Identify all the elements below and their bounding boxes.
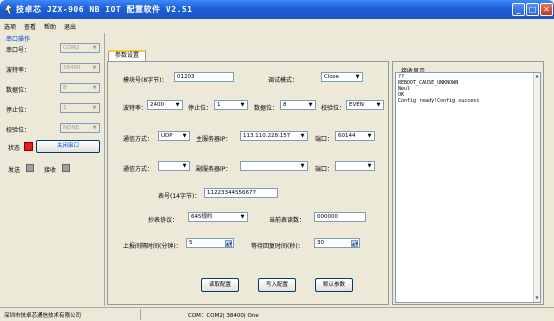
window-title: 技卓芯 JZX-906 NB IOT 配置软件 V2.51 (16, 5, 193, 14)
chevron-down-icon: ▼ (175, 102, 180, 108)
serial-status-label: 状态 (8, 145, 21, 152)
chevron-down-icon: ▼ (182, 163, 187, 169)
baud-label: 波特率： (123, 105, 148, 112)
protocol-select[interactable]: 645规约 ▼ (188, 212, 248, 222)
status-company: 深圳市技卓芯通信技术有限公司 (4, 313, 82, 319)
send-label: 发送 (8, 167, 21, 174)
upload-interval-label: 上报间隔时间(分钟)： (123, 243, 182, 250)
port-label: 端口： (315, 136, 334, 143)
chevron-down-icon: ▼ (300, 133, 305, 139)
parity-select[interactable]: EVEN ▼ (346, 100, 384, 110)
write-config-button[interactable]: 写入配置 (258, 278, 296, 292)
port2-label: 端口： (315, 166, 334, 173)
module-id-label: 模块号(8字节)： (123, 77, 168, 84)
serial-group-title: 串口操作 (6, 36, 31, 43)
params-panel: 模块号(8字节)： 01203 调试模式： Close ▼ 波特率： 2400 ▼ … (107, 61, 389, 305)
serial-databits-select[interactable]: 8 ▼ (60, 83, 100, 93)
comm-select[interactable]: UDP ▼ (158, 131, 190, 141)
port-select[interactable]: 60144 ▼ (335, 131, 375, 141)
status-port-info: COM：COM2| 38400| One (188, 313, 259, 319)
serial-databits-label: 数据位： (6, 87, 31, 94)
default-params-button[interactable]: 默认参数 (315, 278, 353, 292)
chevron-down-icon: ▼ (92, 125, 97, 131)
wait-time-label: 等待回复时间(秒)： (251, 243, 304, 250)
menu-help[interactable]: 帮助 (44, 22, 56, 31)
menu-view[interactable]: 查看 (24, 22, 36, 31)
maximize-button[interactable]: □ (526, 3, 539, 16)
chevron-down-icon: ▼ (92, 65, 97, 71)
receive-indicator (62, 164, 70, 172)
wait-time-input[interactable]: 30 ▲▼ (314, 238, 360, 248)
send-indicator (26, 164, 34, 172)
chevron-down-icon: ▼ (308, 102, 313, 108)
close-button[interactable]: ✕ (540, 3, 553, 16)
chevron-down-icon: ▼ (240, 102, 245, 108)
serial-baud-select[interactable]: 38400 ▼ (60, 63, 100, 73)
chevron-down-icon: ▼ (92, 105, 97, 111)
serial-parity-label: 校验位： (6, 127, 31, 134)
backup-server-label: 副服务器IP： (196, 166, 232, 173)
receive-textarea[interactable]: ?? REBOOT_CAUSE_UNKNOWN Neul OK Config r… (395, 72, 541, 303)
serial-stopbits-label: 停止位： (6, 107, 31, 114)
chevron-down-icon: ▼ (376, 102, 381, 108)
spinner-icon[interactable]: ▲▼ (351, 240, 358, 247)
parity-label: 校验位： (321, 105, 346, 112)
chevron-down-icon: ▼ (367, 133, 372, 139)
status-bar: 深圳市技卓芯通信技术有限公司 COM：COM2| 38400| One (0, 307, 554, 321)
minimize-button[interactable]: _ (512, 3, 525, 16)
chevron-down-icon: ▼ (355, 74, 360, 80)
upload-interval-input[interactable]: 5 ▲▼ (186, 238, 234, 248)
serial-port-select[interactable]: COM2 ▼ (60, 43, 100, 53)
main-server-label: 主服务器IP： (196, 136, 232, 143)
serial-stopbits-select[interactable]: 1 ▼ (60, 103, 100, 113)
serial-panel: 串口操作 串口号： COM2 ▼ 波特率： 38400 ▼ 数据位： 8 ▼ 停止位：… (0, 33, 103, 305)
menu-options[interactable]: 选项 (4, 22, 16, 31)
scroll-up-icon[interactable]: ▲ (534, 73, 540, 80)
current-reading-label: 当前表读数： (269, 217, 306, 224)
serial-port-label: 串口号： (6, 47, 31, 54)
serial-parity-select[interactable]: NONE ▼ (60, 123, 100, 133)
stop-select[interactable]: 1 ▼ (214, 100, 248, 110)
meter-no-label: 表号(14字节)： (158, 193, 201, 200)
chevron-down-icon: ▼ (92, 85, 97, 91)
baud-select[interactable]: 2400 ▼ (147, 100, 183, 110)
meter-no-input[interactable]: 11223344556677 (204, 188, 278, 198)
menu-bar: 选项 查看 帮助 退出 (0, 19, 554, 32)
vertical-scrollbar[interactable]: ▲ ▼ (533, 73, 540, 302)
comm-label: 通信方式： (123, 136, 154, 143)
title-bar: 技卓芯 JZX-906 NB IOT 配置软件 V2.51 _ □ ✕ (0, 0, 554, 19)
current-reading-input[interactable]: 000000 (314, 212, 366, 222)
backup-server-select[interactable]: ▼ (240, 161, 308, 171)
debug-mode-label: 调试模式： (268, 77, 299, 84)
receive-line: Config ready!Config success (398, 98, 480, 104)
chevron-down-icon: ▼ (182, 133, 187, 139)
chevron-down-icon: ▼ (300, 163, 305, 169)
main-server-select[interactable]: 113.110.228.157 ▼ (240, 131, 308, 141)
status-separator (140, 309, 141, 320)
module-id-input[interactable]: 01203 (174, 72, 234, 82)
serial-baud-label: 波特率： (6, 67, 31, 74)
port2-select[interactable]: ▼ (335, 161, 375, 171)
spinner-icon[interactable]: ▲▼ (225, 240, 232, 247)
read-config-button[interactable]: 读取配置 (201, 278, 239, 292)
receive-panel: 接收显示 ?? REBOOT_CAUSE_UNKNOWN Neul OK Con… (392, 61, 544, 305)
comm2-label: 通信方式： (123, 166, 154, 173)
status-indicator (24, 142, 33, 151)
receive-label: 接收 (44, 167, 57, 174)
app-icon (4, 4, 13, 14)
data-label: 数据位： (254, 105, 279, 112)
chevron-down-icon: ▼ (92, 45, 97, 51)
scroll-down-icon[interactable]: ▼ (534, 295, 540, 302)
data-select[interactable]: 8 ▼ (280, 100, 316, 110)
chevron-down-icon: ▼ (367, 163, 372, 169)
stop-label: 停止位： (188, 105, 213, 112)
debug-mode-select[interactable]: Close ▼ (321, 72, 363, 82)
close-port-button[interactable]: 关闭串口 (36, 140, 100, 153)
menu-exit[interactable]: 退出 (64, 22, 76, 31)
chevron-down-icon: ▼ (240, 214, 245, 220)
comm2-select[interactable]: ▼ (158, 161, 190, 171)
tab-params[interactable]: 参数设置 (108, 50, 146, 61)
panel-divider (104, 33, 105, 306)
protocol-label: 抄表协议： (148, 217, 179, 224)
